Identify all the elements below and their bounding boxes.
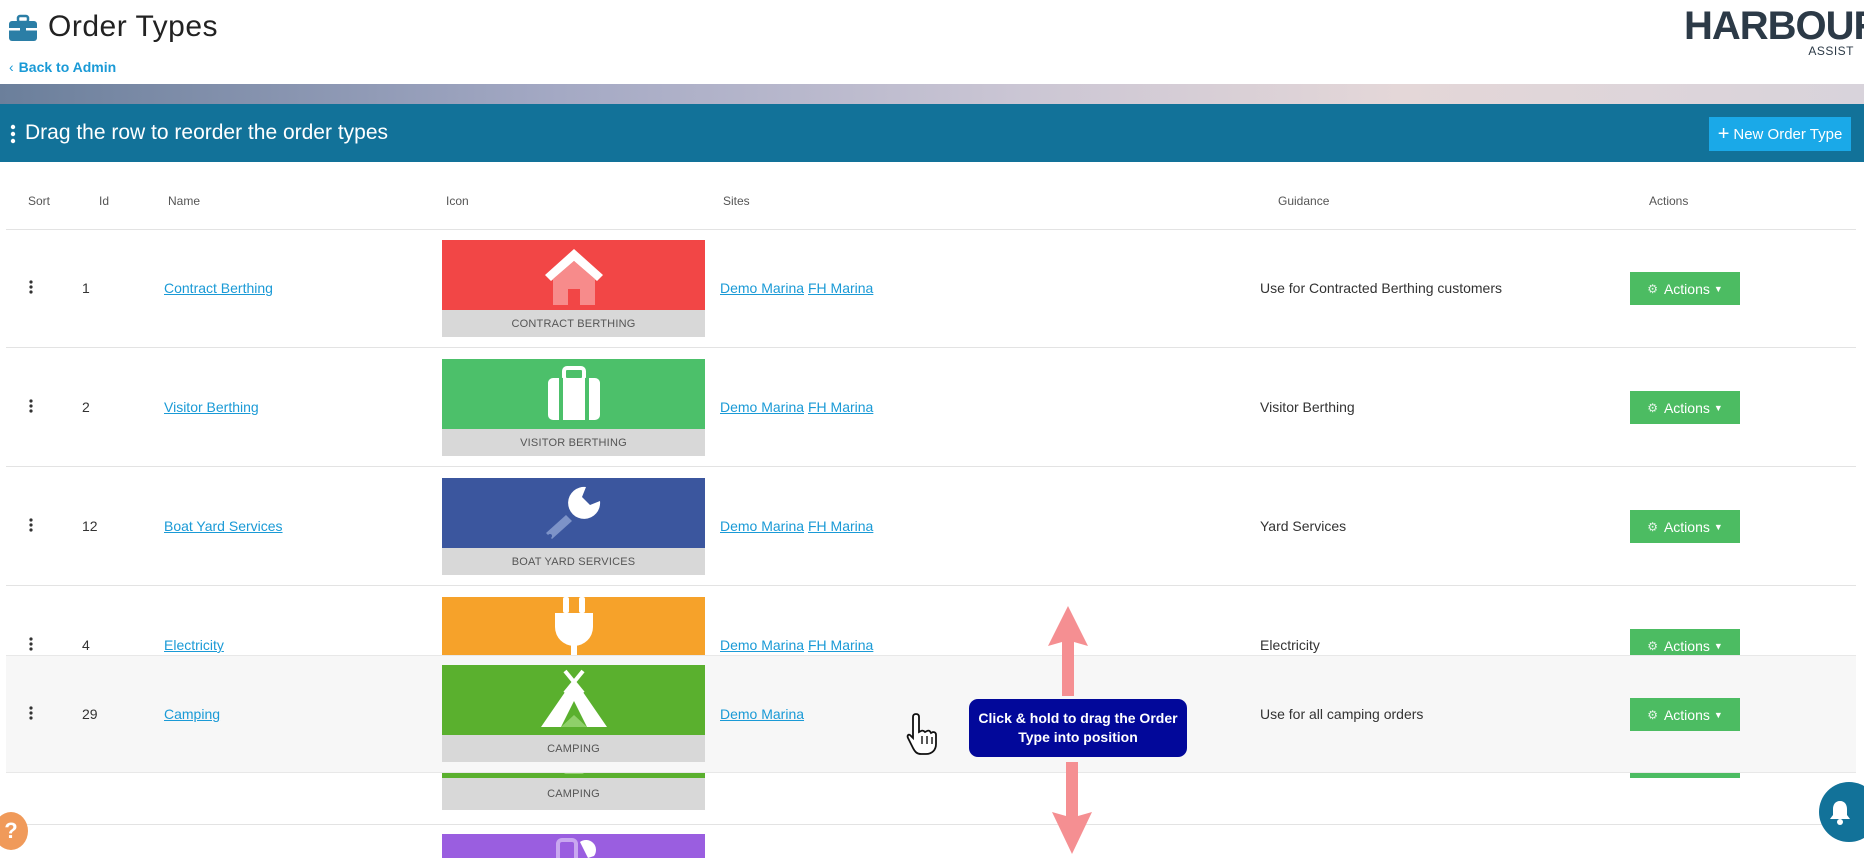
table-row[interactable]: 2 Visitor Berthing VISITOR BERTHING Demo… [6, 349, 1856, 467]
tent-icon [540, 669, 607, 727]
hand-pointer-icon [906, 713, 937, 755]
table-row[interactable]: 1 Contract Berthing CONTRACT BERTHING De… [6, 230, 1856, 348]
reorder-header-bar: Drag the row to reorder the order types [0, 104, 1864, 162]
row-id: 2 [82, 399, 90, 415]
table-row[interactable] [6, 826, 1856, 858]
order-type-icon-tile: VISITOR BERTHING [442, 359, 705, 456]
column-header-icon[interactable]: Icon [446, 194, 469, 208]
drag-handle-icon[interactable] [29, 706, 33, 720]
caret-down-icon: ▼ [1713, 521, 1723, 532]
table-row[interactable]: 12 Boat Yard Services BOAT YARD SERVICES… [6, 468, 1856, 586]
order-type-icon-tile: CAMPING [442, 770, 705, 810]
gears-icon: ⚙ [1647, 519, 1658, 534]
caret-down-icon: ▼ [1713, 640, 1723, 651]
drag-handle-icon[interactable] [29, 399, 33, 413]
gears-icon: ⚙ [1647, 400, 1658, 415]
site-link[interactable]: FH Marina [808, 637, 873, 653]
column-header-name[interactable]: Name [168, 194, 200, 208]
decorative-banner [0, 84, 1864, 104]
suitcase-icon [547, 366, 600, 420]
arrow-up-icon [1048, 606, 1088, 696]
order-type-icon-tile [442, 597, 705, 657]
row-id: 4 [82, 637, 90, 653]
site-link[interactable]: Demo Marina [720, 518, 804, 534]
order-type-name-link[interactable]: Boat Yard Services [164, 518, 283, 534]
guidance-text: Visitor Berthing [1260, 399, 1355, 415]
guidance-text: Electricity [1260, 637, 1320, 653]
order-type-icon-tile: CAMPING [442, 665, 705, 762]
column-header-actions[interactable]: Actions [1649, 194, 1688, 208]
order-types-page: Order Types ‹ Back to Admin HARBOUR ASSIS… [0, 0, 1864, 858]
row-id: 1 [82, 280, 90, 296]
drag-handle-icon[interactable] [29, 280, 33, 294]
guidance-text: Yard Services [1260, 518, 1347, 534]
chevron-left-icon: ‹ [9, 59, 14, 75]
drag-hint-tooltip: Click & hold to drag the Order Type into… [969, 699, 1187, 757]
site-link[interactable]: Demo Marina [720, 706, 804, 722]
caret-down-icon: ▼ [1713, 283, 1723, 294]
site-link[interactable]: FH Marina [808, 280, 873, 296]
back-link-label: Back to Admin [18, 59, 117, 75]
page-title: Order Types [48, 10, 219, 43]
site-link[interactable]: Demo Marina [720, 399, 804, 415]
wrench-icon [545, 486, 600, 539]
caret-down-icon: ▼ [1713, 709, 1723, 720]
site-link[interactable]: FH Marina [808, 518, 873, 534]
actions-dropdown-button[interactable]: ⚙ Actions ▼ [1630, 510, 1740, 543]
new-order-type-button[interactable]: + New Order Type [1709, 117, 1851, 151]
order-type-name-link[interactable]: Contract Berthing [164, 280, 273, 296]
site-link[interactable]: FH Marina [808, 399, 873, 415]
order-type-icon-tile [442, 834, 705, 858]
drop-placeholder-row: CAMPING [6, 770, 1856, 825]
actions-dropdown-button[interactable]: ⚙ Actions ▼ [1630, 272, 1740, 305]
drag-handle-icon [10, 124, 16, 144]
harbour-assist-logo: HARBOUR ASSIST [1684, 4, 1864, 58]
plug-icon [554, 597, 593, 657]
column-header-id[interactable]: Id [99, 194, 109, 208]
gears-icon: ⚙ [1647, 281, 1658, 296]
order-type-name-link[interactable]: Visitor Berthing [164, 399, 259, 415]
house-icon [544, 249, 603, 305]
back-to-admin-link[interactable]: ‹ Back to Admin [9, 59, 116, 75]
top-bar: Order Types ‹ Back to Admin HARBOUR ASSIS… [0, 0, 1864, 84]
plus-icon: + [1717, 123, 1730, 145]
order-type-icon-tile: CONTRACT BERTHING [442, 240, 705, 337]
row-id: 29 [82, 706, 98, 722]
bell-icon [1830, 801, 1850, 825]
gears-icon: ⚙ [1647, 638, 1658, 653]
guidance-text: Use for Contracted Berthing customers [1260, 280, 1502, 296]
site-link[interactable]: Demo Marina [720, 637, 804, 653]
gears-icon: ⚙ [1647, 707, 1658, 722]
drag-handle-icon[interactable] [29, 518, 33, 532]
briefcase-icon [9, 14, 37, 41]
actions-dropdown-button[interactable]: ⚙ Actions ▼ [1630, 698, 1740, 731]
guidance-text: Use for all camping orders [1260, 706, 1424, 722]
order-type-name-link[interactable]: Electricity [164, 637, 224, 653]
order-type-name-link[interactable]: Camping [164, 706, 220, 722]
column-header-sort[interactable]: Sort [28, 194, 50, 208]
column-header-sites[interactable]: Sites [723, 194, 750, 208]
actions-dropdown-button[interactable]: ⚙ Actions ▼ [1630, 391, 1740, 424]
reorder-instruction: Drag the row to reorder the order types [25, 121, 389, 144]
table-row[interactable]: 4 Electricity Demo Marina FH Marina Elec… [6, 587, 1856, 662]
drag-handle-icon[interactable] [29, 637, 33, 651]
site-link[interactable]: Demo Marina [720, 280, 804, 296]
plug-wrench-icon [555, 838, 596, 858]
order-type-icon-tile: BOAT YARD SERVICES [442, 478, 705, 575]
row-id: 12 [82, 518, 98, 534]
caret-down-icon: ▼ [1713, 402, 1723, 413]
arrow-down-icon [1052, 762, 1092, 854]
column-header-guidance[interactable]: Guidance [1278, 194, 1329, 208]
